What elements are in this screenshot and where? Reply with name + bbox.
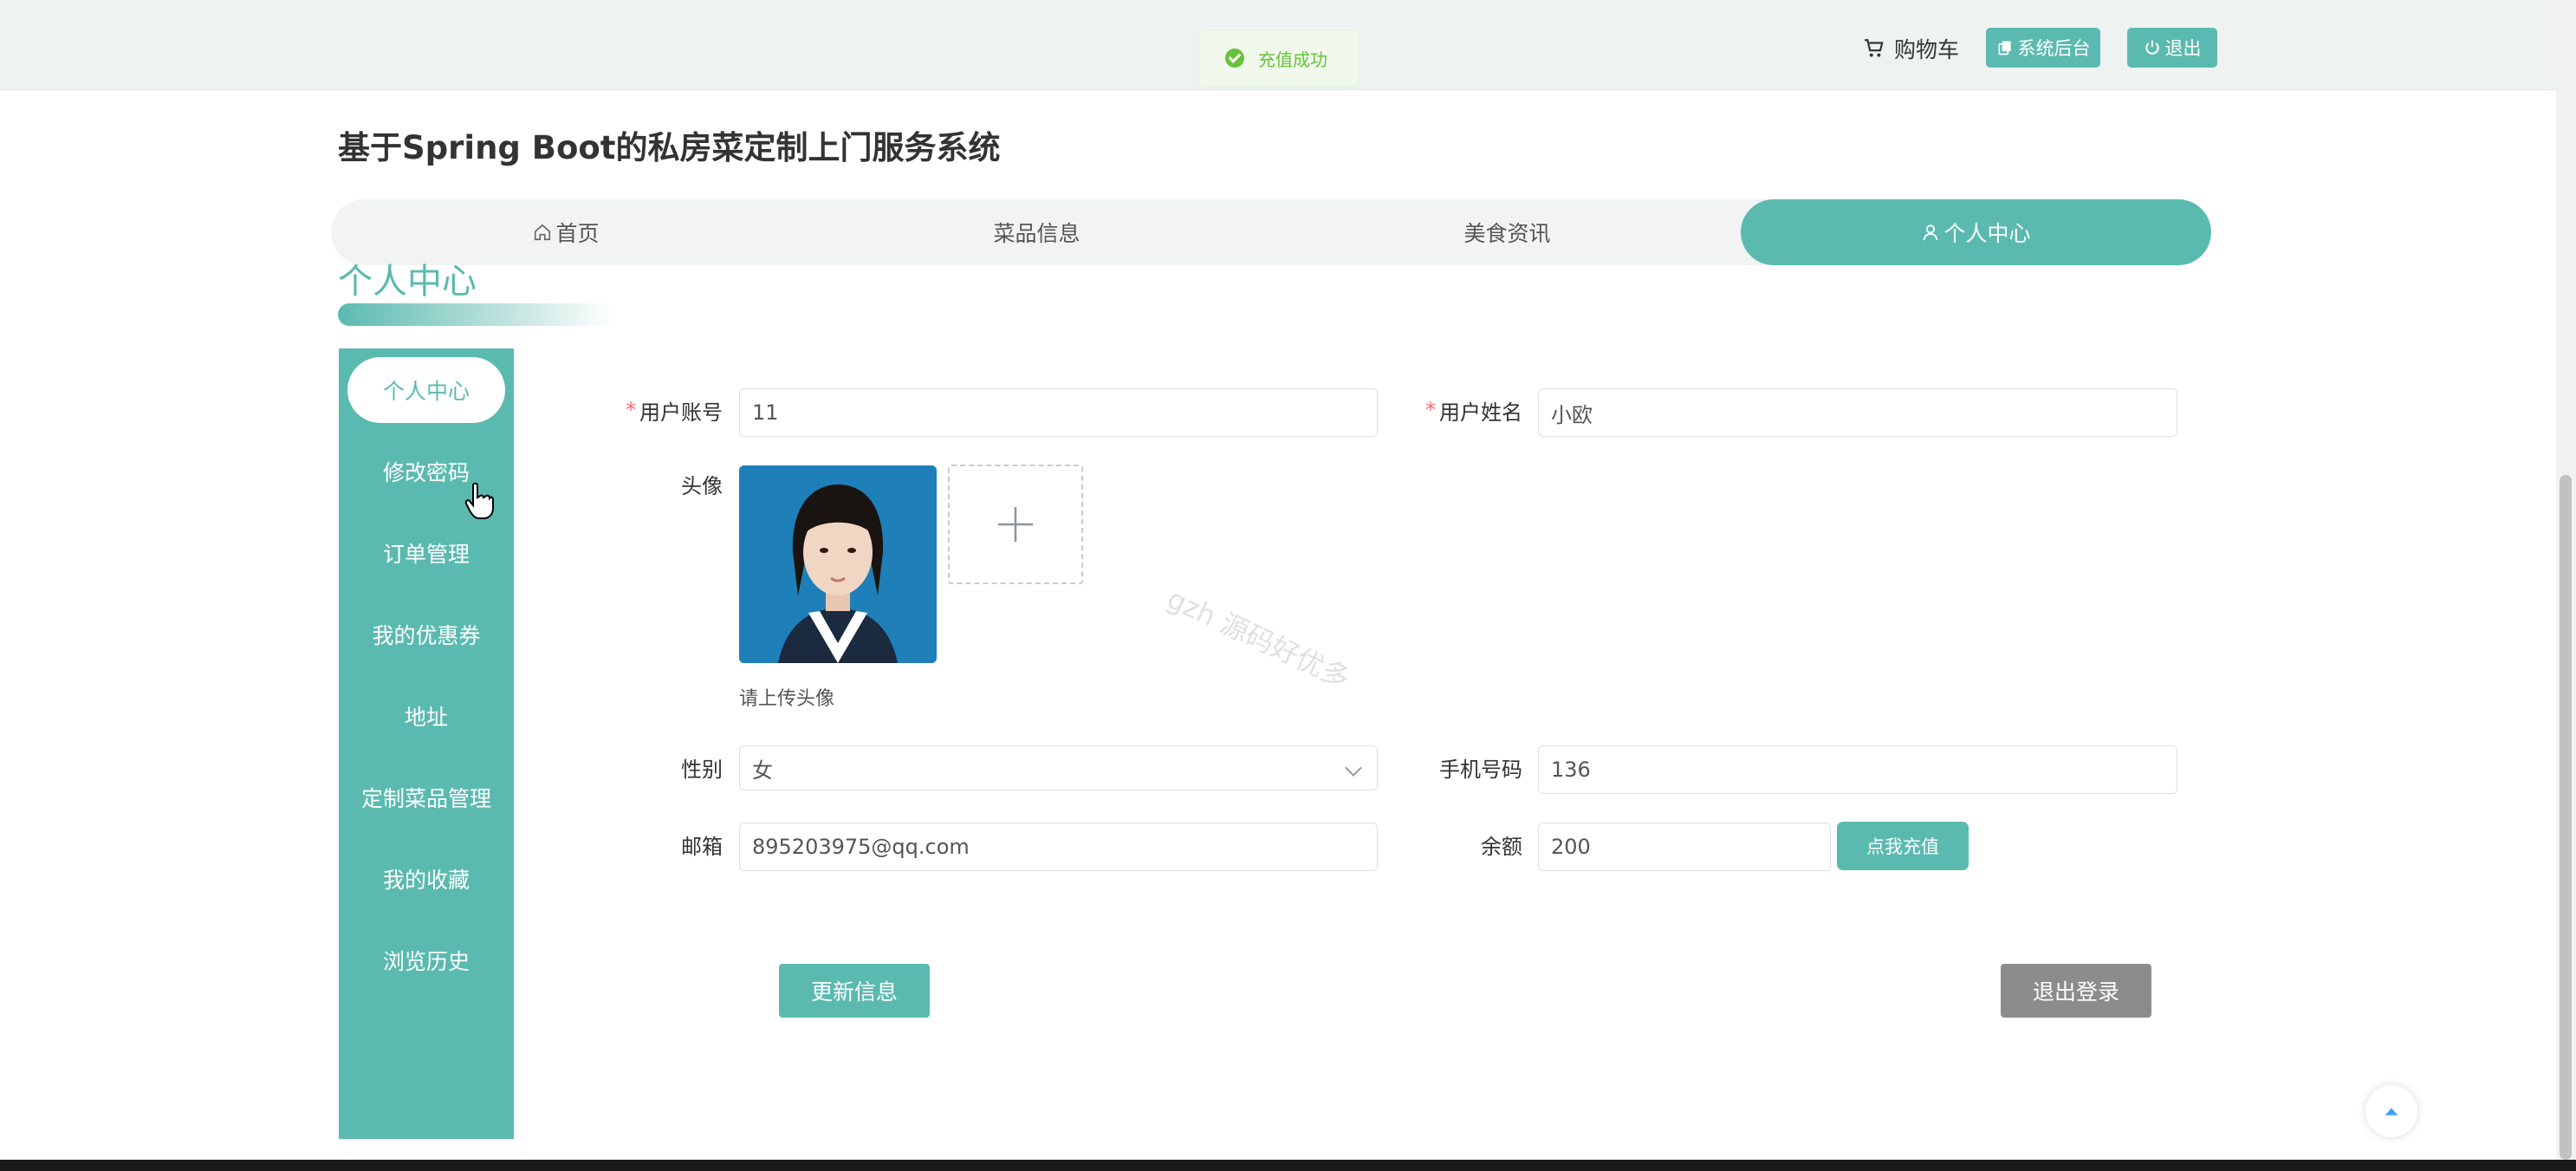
logout-button[interactable]: 退出登录 bbox=[2001, 964, 2151, 1018]
cart-label: 购物车 bbox=[1894, 37, 1960, 62]
home-icon bbox=[535, 224, 551, 241]
balance-label: 余额 bbox=[1481, 834, 1522, 859]
user-icon bbox=[1924, 224, 1938, 241]
main-nav: 首页 菜品信息 美食资讯 个人中心 bbox=[331, 199, 2211, 265]
hand-cursor-icon bbox=[464, 482, 494, 519]
gender-select[interactable]: 女 bbox=[739, 745, 1378, 790]
email-label: 邮箱 bbox=[681, 834, 723, 859]
sidebar-item-custom-dishes[interactable]: 定制菜品管理 bbox=[339, 764, 514, 830]
avatar-label: 头像 bbox=[681, 473, 723, 498]
phone-label: 手机号码 bbox=[1439, 757, 1522, 782]
page: 购物车 系统后台 退出 充值成功 基于Spring Boot的私房菜定制上门服务… bbox=[0, 0, 2576, 1171]
sidebar-item-address[interactable]: 地址 bbox=[339, 683, 514, 749]
admin-button-label: 系统后台 bbox=[2017, 38, 2091, 59]
power-icon bbox=[2145, 40, 2159, 55]
copy-icon bbox=[1998, 41, 2011, 55]
balance-input[interactable]: 200 bbox=[1538, 823, 1831, 871]
nav-item-news[interactable]: 美食资讯 bbox=[1272, 199, 1742, 265]
required-asterisk: * bbox=[626, 398, 636, 422]
name-label-text: 用户姓名 bbox=[1439, 400, 1522, 425]
account-input[interactable]: 11 bbox=[739, 388, 1378, 437]
admin-button[interactable]: 系统后台 bbox=[1986, 28, 2100, 68]
plus-icon bbox=[998, 507, 1033, 542]
avatar-image bbox=[739, 465, 937, 663]
chevron-down-icon bbox=[1345, 759, 1362, 777]
nav-item-label: 个人中心 bbox=[1943, 221, 2031, 246]
gender-label: 性别 bbox=[681, 757, 723, 782]
watermark: gzh 源码好优多 bbox=[1162, 582, 1355, 696]
sidebar-item-profile[interactable]: 个人中心 bbox=[347, 357, 505, 423]
avatar-hint: 请上传头像 bbox=[739, 688, 835, 710]
update-info-button[interactable]: 更新信息 bbox=[779, 964, 930, 1018]
success-toast: 充值成功 bbox=[1198, 29, 1359, 87]
phone-input[interactable]: 136 bbox=[1538, 745, 2177, 794]
exit-button[interactable]: 退出 bbox=[2127, 28, 2217, 68]
name-label: * 用户姓名 bbox=[1404, 387, 1522, 433]
email-input[interactable]: 895203975@qq.com bbox=[739, 823, 1378, 871]
recharge-button[interactable]: 点我充值 bbox=[1837, 822, 1969, 870]
site-title: 基于Spring Boot的私房菜定制上门服务系统 bbox=[338, 129, 1001, 166]
sidebar-item-history[interactable]: 浏览历史 bbox=[339, 927, 514, 993]
nav-item-label: 菜品信息 bbox=[993, 221, 1080, 246]
sidebar-item-orders[interactable]: 订单管理 bbox=[339, 520, 514, 586]
vertical-scrollbar[interactable] bbox=[2556, 0, 2576, 1160]
back-to-top-button[interactable] bbox=[2365, 1085, 2417, 1137]
sidebar-item-favorites[interactable]: 我的收藏 bbox=[339, 846, 514, 912]
account-label: * 用户账号 bbox=[607, 387, 723, 433]
name-input[interactable]: 小欧 bbox=[1538, 388, 2177, 437]
nav-item-label: 首页 bbox=[555, 221, 600, 246]
section-underline bbox=[338, 303, 613, 326]
scrollbar-thumb[interactable] bbox=[2560, 475, 2572, 1160]
nav-item-label: 美食资讯 bbox=[1463, 221, 1551, 246]
sidebar: 个人中心 修改密码 订单管理 我的优惠券 地址 定制菜品管理 我的收藏 浏览历史 bbox=[339, 348, 514, 1139]
bottom-edge bbox=[0, 1160, 2576, 1171]
sidebar-item-coupons[interactable]: 我的优惠券 bbox=[339, 602, 514, 667]
gender-select-value: 女 bbox=[752, 758, 773, 783]
cart-icon bbox=[1865, 39, 1884, 57]
section-title: 个人中心 bbox=[338, 262, 477, 302]
check-circle-icon bbox=[1225, 49, 1244, 68]
nav-item-profile[interactable]: 个人中心 bbox=[1741, 199, 2211, 265]
cart-link[interactable]: 购物车 bbox=[1863, 33, 1959, 64]
account-label-text: 用户账号 bbox=[639, 400, 723, 425]
caret-up-icon bbox=[2385, 1108, 2398, 1116]
required-asterisk: * bbox=[1425, 398, 1436, 422]
toast-text: 充值成功 bbox=[1258, 49, 1327, 70]
exit-button-label: 退出 bbox=[2164, 38, 2202, 59]
upload-avatar-box[interactable] bbox=[948, 465, 1083, 584]
nav-item-dishes[interactable]: 菜品信息 bbox=[801, 199, 1272, 265]
